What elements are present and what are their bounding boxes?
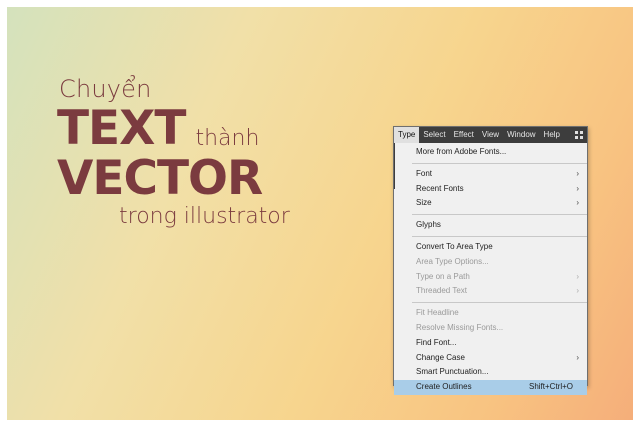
headline-thanh-word: thành: [195, 126, 260, 151]
menu-item-size[interactable]: Size ›: [394, 196, 587, 211]
menu-item-find-font[interactable]: Find Font...: [394, 336, 587, 351]
chevron-right-icon: ›: [576, 286, 579, 296]
menu-item-change-case[interactable]: Change Case ›: [394, 351, 587, 366]
menu-help[interactable]: Help: [540, 127, 564, 143]
menu-item-label: Area Type Options...: [416, 256, 489, 266]
menu-separator: [412, 162, 587, 164]
workspace-switcher-icon[interactable]: [575, 131, 583, 139]
menu-item-label: Smart Punctuation...: [416, 367, 489, 377]
menu-separator: [412, 235, 587, 237]
menu-type[interactable]: Type: [394, 127, 420, 143]
menu-item-shortcut: Shift+Ctrl+O: [528, 382, 573, 392]
menu-item-font[interactable]: Font ›: [394, 167, 587, 182]
menu-item-label: Font: [416, 168, 433, 178]
chevron-right-icon: ›: [576, 183, 579, 193]
menu-item-label: Glyphs: [416, 220, 441, 230]
menu-item-recent-fonts[interactable]: Recent Fonts ›: [394, 182, 587, 197]
menu-item-create-outlines[interactable]: Create Outlines Shift+Ctrl+O: [394, 380, 587, 395]
chevron-right-icon: ›: [576, 271, 579, 281]
menu-item-label: Create Outlines: [416, 382, 472, 392]
menu-item-label: Convert To Area Type: [416, 241, 493, 251]
headline-vector-word: VECTOR: [57, 151, 263, 206]
menu-item-fit-headline: Fit Headline: [394, 306, 587, 321]
menu-item-area-type-options: Area Type Options...: [394, 255, 587, 270]
menu-item-smart-punctuation[interactable]: Smart Punctuation...: [394, 365, 587, 380]
menu-item-resolve-missing-fonts: Resolve Missing Fonts...: [394, 321, 587, 336]
menu-item-label: Find Font...: [416, 337, 457, 347]
headline-line-4: trong illustrator: [119, 204, 290, 229]
menu-select[interactable]: Select: [419, 127, 449, 143]
menu-separator: [412, 214, 587, 216]
menu-item-label: Threaded Text: [416, 286, 467, 296]
menu-item-type-on-a-path: Type on a Path ›: [394, 270, 587, 285]
menu-item-label: Size: [416, 198, 432, 208]
headline-line-1: Chuyển: [59, 75, 152, 103]
menu-item-label: Change Case: [416, 352, 465, 362]
menu-item-label: Fit Headline: [416, 308, 459, 318]
headline-line-3: VECTOR: [57, 151, 263, 206]
menu-effect[interactable]: Effect: [450, 127, 478, 143]
chevron-right-icon: ›: [576, 168, 579, 178]
menu-item-threaded-text: Threaded Text ›: [394, 284, 587, 299]
menu-window[interactable]: Window: [503, 127, 539, 143]
illustrator-menu-panel: Type Select Effect View Window Help More…: [393, 126, 588, 395]
chevron-right-icon: ›: [576, 198, 579, 208]
type-dropdown-menu: More from Adobe Fonts... Font › Recent F…: [394, 143, 587, 395]
chevron-right-icon: ›: [576, 352, 579, 362]
menubar: Type Select Effect View Window Help: [394, 127, 587, 143]
menu-item-more-from-adobe-fonts[interactable]: More from Adobe Fonts...: [394, 145, 587, 160]
menu-item-label: More from Adobe Fonts...: [416, 147, 507, 156]
menu-item-convert-to-area-type[interactable]: Convert To Area Type: [394, 240, 587, 255]
menu-separator: [412, 302, 587, 304]
menu-item-label: Recent Fonts: [416, 183, 464, 193]
menu-item-label: Resolve Missing Fonts...: [416, 322, 504, 332]
headline-text-word: TEXT: [57, 101, 186, 156]
banner-canvas: Chuyển TEXT thành VECTOR trong illustrat…: [7, 7, 633, 420]
menu-view[interactable]: View: [478, 127, 503, 143]
menu-item-glyphs[interactable]: Glyphs: [394, 218, 587, 233]
menu-item-label: Type on a Path: [416, 271, 470, 281]
headline-line-2: TEXT thành: [57, 103, 259, 155]
